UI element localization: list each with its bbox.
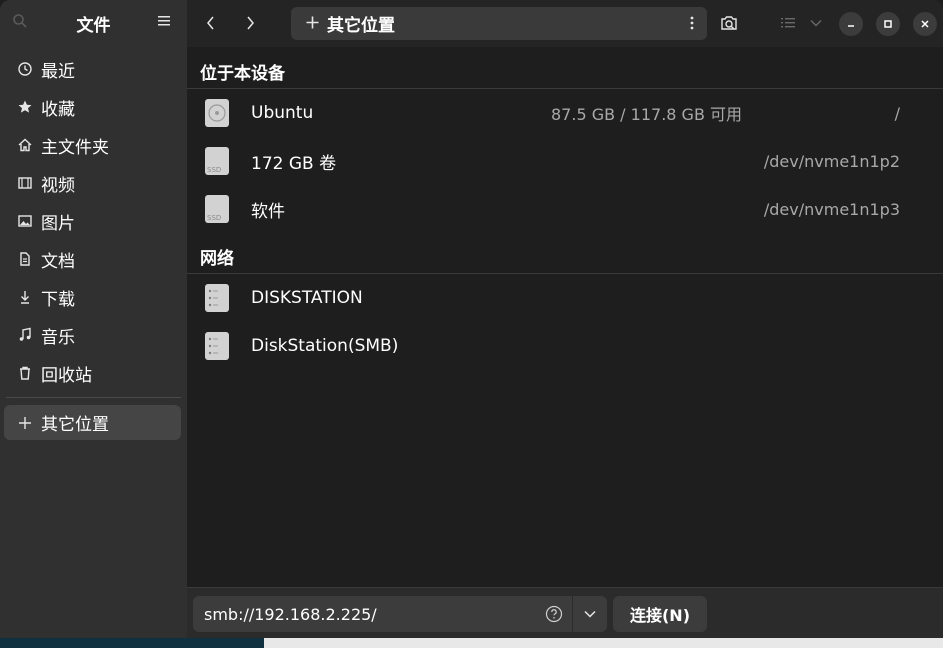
- sidebar-item-music[interactable]: 音乐: [0, 316, 187, 354]
- download-icon: [16, 288, 34, 306]
- image-icon: [16, 212, 34, 230]
- network-name: DISKSTATION: [251, 288, 363, 308]
- header-bar: 其它位置: [187, 0, 943, 47]
- device-row-172gb[interactable]: SSD 172 GB 卷 /dev/nvme1n1p2: [187, 137, 943, 185]
- device-mount-path: /dev/nvme1n1p3: [763, 199, 900, 219]
- device-row-software[interactable]: SSD 软件 /dev/nvme1n1p3: [187, 185, 943, 233]
- trash-icon: [16, 364, 34, 382]
- maximize-icon: [884, 20, 892, 28]
- sidebar-item-label: 视频: [41, 175, 75, 196]
- chevron-right-icon: [247, 16, 254, 30]
- ssd-icon: SSD: [205, 195, 229, 223]
- close-icon: [921, 20, 929, 28]
- plus-icon: [16, 414, 34, 432]
- device-name: 软件: [251, 201, 285, 222]
- sidebar-header: 文件: [0, 0, 187, 44]
- sidebar: 文件 最近 收藏 主文件夹 视频 图片 文档 下载 音乐 回收站 其它位置: [0, 0, 187, 638]
- sidebar-item-recent[interactable]: 最近: [0, 50, 187, 88]
- server-address-input[interactable]: [202, 603, 536, 625]
- minimize-icon: [848, 25, 854, 27]
- maximize-button[interactable]: [876, 12, 900, 36]
- more-options-icon[interactable]: [689, 15, 695, 31]
- sidebar-item-label: 其它位置: [41, 415, 109, 435]
- server-icon: [205, 284, 229, 312]
- network-name: DiskStation(SMB): [251, 336, 399, 356]
- sidebar-item-label: 文档: [41, 251, 75, 272]
- chevron-down-icon: [584, 610, 596, 618]
- help-icon[interactable]: [545, 605, 563, 623]
- disk-icon: [205, 99, 229, 127]
- home-icon: [16, 136, 34, 154]
- recent-servers-dropdown[interactable]: [573, 596, 607, 632]
- sidebar-divider: [6, 397, 181, 398]
- sidebar-item-label: 最近: [41, 61, 75, 82]
- sidebar-item-label: 主文件夹: [41, 137, 109, 158]
- sidebar-item-videos[interactable]: 视频: [0, 164, 187, 202]
- network-row-diskstation[interactable]: DISKSTATION: [187, 274, 943, 322]
- list-view-icon: [781, 18, 795, 28]
- sidebar-item-downloads[interactable]: 下载: [0, 278, 187, 316]
- view-options-button[interactable]: [805, 12, 827, 34]
- sidebar-item-label: 回收站: [41, 365, 92, 386]
- sidebar-item-label: 音乐: [41, 327, 75, 348]
- minimize-button[interactable]: [839, 12, 863, 36]
- sidebar-item-trash[interactable]: 回收站: [0, 354, 187, 392]
- sidebar-item-documents[interactable]: 文档: [0, 240, 187, 278]
- plus-icon: [304, 13, 320, 34]
- sidebar-item-starred[interactable]: 收藏: [0, 88, 187, 126]
- locations-list: 位于本设备 Ubuntu 87.5 GB / 117.8 GB 可用 / SSD…: [187, 47, 943, 587]
- connect-button[interactable]: 连接(N): [613, 596, 707, 632]
- svg-text:SSD: SSD: [207, 214, 221, 222]
- device-name: Ubuntu: [251, 103, 314, 123]
- clock-icon: [16, 60, 34, 78]
- sidebar-item-pictures[interactable]: 图片: [0, 202, 187, 240]
- chevron-down-icon: [810, 20, 822, 27]
- server-icon: [205, 332, 229, 360]
- star-icon: [16, 98, 34, 116]
- sidebar-list: 最近 收藏 主文件夹 视频 图片 文档 下载 音乐 回收站: [0, 50, 187, 392]
- back-button[interactable]: [198, 10, 224, 36]
- sidebar-item-label: 下载: [41, 289, 75, 310]
- sidebar-item-label: 收藏: [41, 99, 75, 120]
- device-row-ubuntu[interactable]: Ubuntu 87.5 GB / 117.8 GB 可用 /: [187, 89, 943, 137]
- connect-bar: 连接(N): [187, 587, 943, 638]
- section-title-network: 网络: [200, 249, 234, 269]
- file-manager-window: 文件 最近 收藏 主文件夹 视频 图片 文档 下载 音乐 回收站 其它位置 其它…: [0, 0, 943, 638]
- path-bar[interactable]: 其它位置: [291, 7, 707, 40]
- document-icon: [16, 250, 34, 268]
- hamburger-menu-icon[interactable]: [157, 14, 171, 28]
- music-icon: [16, 326, 34, 344]
- svg-text:SSD: SSD: [207, 166, 221, 174]
- path-label: 其它位置: [327, 16, 395, 36]
- device-name: 172 GB 卷: [251, 153, 337, 174]
- sidebar-item-label: 图片: [41, 213, 75, 234]
- desktop-background: [0, 638, 943, 648]
- device-usage: 87.5 GB / 117.8 GB 可用: [551, 105, 743, 124]
- network-row-diskstation-smb[interactable]: DiskStation(SMB): [187, 322, 943, 370]
- section-title-local: 位于本设备: [200, 64, 285, 84]
- sidebar-item-other-locations[interactable]: 其它位置: [4, 405, 181, 440]
- server-address-field: [193, 596, 572, 632]
- forward-button[interactable]: [237, 10, 263, 36]
- film-icon: [16, 174, 34, 192]
- ssd-icon: SSD: [205, 147, 229, 175]
- camera-search-icon: [721, 16, 737, 30]
- device-mount-path: /dev/nvme1n1p2: [763, 151, 900, 171]
- chevron-left-icon: [207, 16, 214, 30]
- search-files-button[interactable]: [719, 12, 741, 34]
- list-view-button[interactable]: [777, 12, 799, 34]
- close-button[interactable]: [913, 12, 937, 36]
- sidebar-item-home[interactable]: 主文件夹: [0, 126, 187, 164]
- device-mount-path: /: [894, 103, 900, 123]
